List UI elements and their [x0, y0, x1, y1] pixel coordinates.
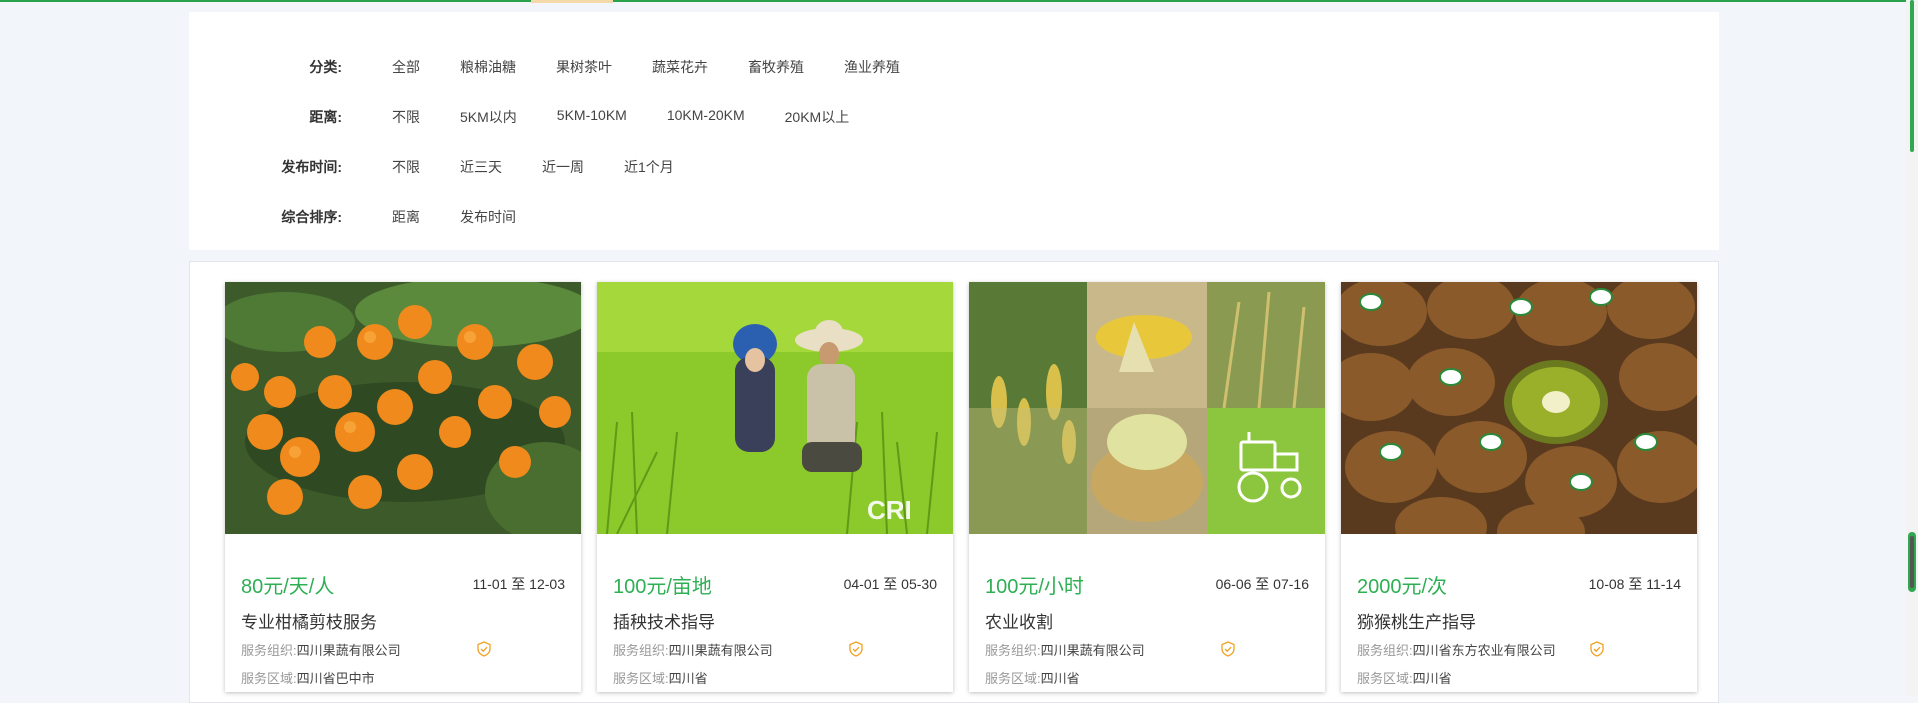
filter-label: 发布时间: [281, 159, 342, 175]
filter-option[interactable]: 5KM以内 [460, 107, 517, 127]
filter-option[interactable]: 20KM以上 [785, 107, 850, 127]
region-name: 四川省 [1040, 671, 1080, 686]
service-price: 80元/天/人 [241, 576, 335, 598]
org-label: 服务组织: [241, 643, 297, 658]
filter-option[interactable]: 蔬菜花卉 [652, 57, 708, 77]
filter-panel: 分类: 全部 粮棉油糖 果树茶叶 蔬菜花卉 畜牧养殖 渔业养殖 距离: 不限 5… [189, 12, 1719, 250]
region-label: 服务区域: [241, 671, 297, 686]
filter-option[interactable]: 10KM-20KM [667, 107, 745, 127]
filter-option[interactable]: 不限 [392, 107, 420, 127]
scrollbar-top-indicator [1910, 0, 1914, 152]
top-border-line [0, 0, 1918, 2]
service-org: 服务组织: 四川果蔬有限公司 [241, 640, 401, 659]
verified-shield-icon [1221, 641, 1235, 657]
service-card[interactable]: 80元/天/人 11-01 至 12-03 专业柑橘剪枝服务 服务组织: 四川果… [225, 282, 581, 692]
verified-shield-icon [849, 641, 863, 657]
service-region: 服务区域: 四川省 [613, 668, 708, 687]
service-card[interactable]: CRI 100元/亩地 04-01 至 05-30 插秧技术指导 服务组织: 四… [597, 282, 953, 692]
filter-options: 全部 粮棉油糖 果树茶叶 蔬菜花卉 畜牧养殖 渔业养殖 [392, 57, 940, 77]
filter-label: 分类: [309, 59, 342, 75]
service-region: 服务区域: 四川省巴中市 [241, 668, 375, 687]
cri-watermark: CRI [867, 495, 912, 525]
filter-label: 距离: [309, 109, 342, 125]
filter-options: 不限 近三天 近一周 近1个月 [392, 157, 714, 177]
filter-label: 综合排序: [281, 209, 342, 225]
service-title[interactable]: 插秧技术指导 [613, 608, 715, 633]
kiwi-fruit-photo[interactable] [1341, 282, 1697, 534]
service-title[interactable]: 农业收割 [985, 608, 1053, 633]
org-name: 四川果蔬有限公司 [668, 643, 773, 658]
org-label: 服务组织: [985, 643, 1041, 658]
filter-option[interactable]: 距离 [392, 207, 420, 227]
service-price: 2000元/次 [1357, 576, 1448, 598]
filter-option[interactable]: 近一周 [542, 157, 584, 177]
filter-option[interactable]: 渔业养殖 [844, 57, 900, 77]
service-org: 服务组织: 四川省东方农业有限公司 [1357, 640, 1556, 659]
active-nav-indicator [531, 0, 613, 3]
filter-option[interactable]: 粮棉油糖 [460, 57, 516, 77]
service-region: 服务区域: 四川省 [985, 668, 1080, 687]
orange-tree-photo[interactable] [225, 282, 581, 534]
org-label: 服务组织: [613, 643, 669, 658]
region-name: 四川省 [1412, 671, 1452, 686]
service-price: 100元/小时 [985, 576, 1084, 598]
org-label: 服务组织: [1357, 643, 1413, 658]
verified-shield-icon [1590, 641, 1604, 657]
service-card[interactable]: 100元/小时 06-06 至 07-16 农业收割 服务组织: 四川果蔬有限公… [969, 282, 1325, 692]
service-card[interactable]: 2000元/次 10-08 至 11-14 猕猴桃生产指导 服务组织: 四川省东… [1341, 282, 1697, 692]
scrollbar-thumb-grip [1910, 536, 1914, 588]
filter-options: 距离 发布时间 [392, 207, 556, 227]
service-date-range: 11-01 至 12-03 [472, 576, 565, 592]
service-list-panel: 80元/天/人 11-01 至 12-03 专业柑橘剪枝服务 服务组织: 四川果… [189, 261, 1719, 703]
filter-option[interactable]: 发布时间 [460, 207, 516, 227]
filter-option[interactable]: 畜牧养殖 [748, 57, 804, 77]
filter-option[interactable]: 全部 [392, 57, 420, 77]
filter-option[interactable]: 不限 [392, 157, 420, 177]
service-region: 服务区域: 四川省 [1357, 668, 1452, 687]
org-name: 四川省东方农业有限公司 [1412, 643, 1556, 658]
service-title[interactable]: 专业柑橘剪枝服务 [241, 608, 377, 633]
region-name: 四川省 [668, 671, 708, 686]
service-price: 100元/亩地 [613, 576, 712, 598]
region-label: 服务区域: [1357, 671, 1413, 686]
org-name: 四川果蔬有限公司 [1040, 643, 1145, 658]
filter-options: 不限 5KM以内 5KM-10KM 10KM-20KM 20KM以上 [392, 107, 889, 127]
region-name: 四川省巴中市 [296, 671, 375, 686]
region-label: 服务区域: [985, 671, 1041, 686]
service-org: 服务组织: 四川果蔬有限公司 [985, 640, 1145, 659]
region-label: 服务区域: [613, 671, 669, 686]
filter-option[interactable]: 5KM-10KM [557, 107, 627, 127]
service-date-range: 04-01 至 05-30 [843, 576, 937, 592]
harvest-collage[interactable] [969, 282, 1325, 534]
filter-option[interactable]: 近1个月 [624, 157, 674, 177]
service-date-range: 06-06 至 07-16 [1215, 576, 1309, 592]
verified-shield-icon [477, 641, 491, 657]
org-name: 四川果蔬有限公司 [296, 643, 401, 658]
rice-field-photo[interactable]: CRI [597, 282, 953, 534]
service-title[interactable]: 猕猴桃生产指导 [1357, 608, 1476, 633]
service-org: 服务组织: 四川果蔬有限公司 [613, 640, 773, 659]
service-date-range: 10-08 至 11-14 [1588, 576, 1681, 592]
filter-option[interactable]: 近三天 [460, 157, 502, 177]
filter-option[interactable]: 果树茶叶 [556, 57, 612, 77]
